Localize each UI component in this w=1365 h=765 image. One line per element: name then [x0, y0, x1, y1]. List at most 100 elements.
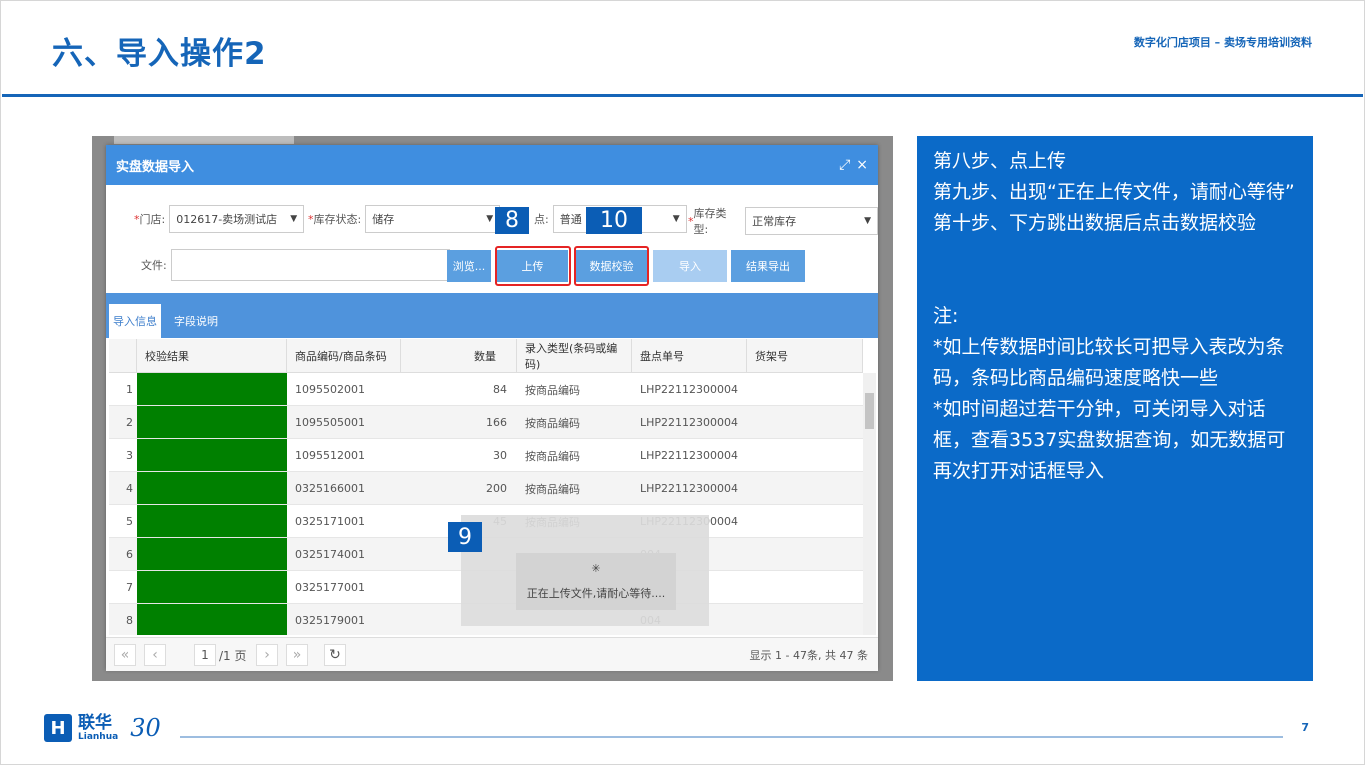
- col-entry-type[interactable]: 录入类型(条码或编码): [517, 339, 632, 372]
- dialog-title: 实盘数据导入: [116, 159, 195, 175]
- slide-title: 六、导入操作2: [52, 36, 267, 72]
- import-button[interactable]: 导入: [653, 250, 727, 282]
- product-code: 0325171001: [295, 515, 365, 528]
- order-number: LHP22112300004: [640, 416, 739, 429]
- loading-text: 正在上传文件,请耐心等待....: [526, 587, 666, 600]
- note-line: [933, 239, 1297, 301]
- stock-type-select[interactable]: 正常库存 ▼: [745, 207, 878, 235]
- last-page-button[interactable]: »: [286, 644, 308, 666]
- note-line: 注:: [933, 305, 959, 327]
- prev-page-button[interactable]: ‹: [144, 644, 166, 666]
- logo-en: Lianhua: [78, 732, 119, 742]
- count-label: 点:: [534, 213, 549, 226]
- entry-type: 按商品编码: [525, 383, 580, 397]
- validation-result-cell: [137, 406, 287, 438]
- loading-box: ✳ 正在上传文件,请耐心等待....: [516, 553, 676, 610]
- page-input[interactable]: 1: [194, 644, 216, 666]
- product-code: 1095505001: [295, 416, 365, 429]
- stock-status-label: 库存状态:: [313, 213, 362, 226]
- validation-result-cell: [137, 538, 287, 570]
- quantity: 30: [493, 449, 507, 462]
- row-number: 8: [126, 614, 133, 627]
- export-results-button[interactable]: 结果导出: [731, 250, 805, 282]
- table-row[interactable]: 4 0325166001 200 按商品编码 LHP22112300004: [109, 472, 863, 505]
- note-line: *如上传数据时间比较长可把导入表改为条码，条码比商品编码速度略快一些: [933, 336, 1285, 389]
- note-line: 第九步、出现“正在上传文件，请耐心等待”: [933, 181, 1295, 203]
- row-number: 1: [126, 383, 133, 396]
- row-number: 6: [126, 548, 133, 561]
- background-tabs: [114, 136, 294, 144]
- col-validation[interactable]: 校验结果: [137, 339, 287, 372]
- footer-divider: [180, 736, 1283, 738]
- browse-button[interactable]: 浏览...: [447, 250, 491, 282]
- page-number: 7: [1301, 721, 1309, 734]
- lianhua-logo: H 联华 Lianhua 30: [44, 714, 161, 742]
- product-code: 0325179001: [295, 614, 365, 627]
- col-order-no[interactable]: 盘点单号: [632, 339, 747, 372]
- dialog-header: 实盘数据导入 ⤢ ×: [106, 145, 878, 185]
- validation-result-cell: [137, 472, 287, 504]
- tab-import-info[interactable]: 导入信息: [109, 304, 161, 338]
- table-row[interactable]: 3 1095512001 30 按商品编码 LHP22112300004: [109, 439, 863, 472]
- pager-summary: 显示 1 - 47条, 共 47 条: [749, 649, 868, 662]
- row-number: 2: [126, 416, 133, 429]
- step-badge-9: 9: [448, 522, 482, 552]
- chevron-down-icon: ▼: [486, 214, 494, 224]
- tab-field-description[interactable]: 字段说明: [166, 304, 226, 338]
- screenshot-panel: 实盘数据导入 ⤢ × * 门店: 012617-卖场测试店 ▼ * 库存状态: 储存 ▼…: [92, 136, 893, 681]
- chevron-down-icon: ▼: [290, 214, 298, 224]
- col-shelf[interactable]: 货架号: [747, 339, 863, 372]
- grid-header: 校验结果 商品编码/商品条码 数量 录入类型(条码或编码) 盘点单号 货架号: [109, 339, 863, 373]
- quantity: 200: [486, 482, 507, 495]
- close-icon[interactable]: ×: [856, 157, 868, 173]
- maximize-icon[interactable]: ⤢: [839, 157, 850, 173]
- loading-overlay: ✳ 正在上传文件,请耐心等待....: [461, 515, 709, 626]
- instructions-panel: 第八步、点上传 第九步、出现“正在上传文件，请耐心等待” 第十步、下方跳出数据后点击…: [917, 136, 1313, 681]
- refresh-icon[interactable]: ↻: [324, 644, 346, 666]
- logo-cn: 联华: [78, 713, 112, 733]
- spinner-icon: ✳: [591, 562, 601, 575]
- store-select[interactable]: 012617-卖场测试店 ▼: [169, 205, 305, 233]
- order-number: LHP22112300004: [640, 449, 739, 462]
- chevron-down-icon: ▼: [672, 214, 680, 224]
- entry-type: 按商品编码: [525, 482, 580, 496]
- order-number: LHP22112300004: [640, 482, 739, 495]
- file-input[interactable]: [170, 249, 450, 281]
- order-number: LHP22112300004: [640, 383, 739, 396]
- row-number: 7: [126, 581, 133, 594]
- stock-status-row: * 库存状态: 储存 ▼: [308, 205, 501, 233]
- col-code[interactable]: 商品编码/商品条码: [287, 339, 401, 372]
- store-label: 门店:: [139, 213, 166, 226]
- table-row[interactable]: 2 1095505001 166 按商品编码 LHP22112300004: [109, 406, 863, 439]
- grid-scrollbar[interactable]: [863, 373, 876, 635]
- step-badge-8: 8: [495, 207, 529, 234]
- total-pages: /1 页: [219, 649, 247, 663]
- first-page-button[interactable]: «: [114, 644, 136, 666]
- import-dialog: 实盘数据导入 ⤢ × * 门店: 012617-卖场测试店 ▼ * 库存状态: 储存 ▼…: [106, 145, 878, 671]
- validate-highlight: [574, 246, 649, 286]
- note-line: *如时间超过若干分钟，可关闭导入对话框，查看3537实盘数据查询，如无数据可再次…: [933, 398, 1286, 482]
- product-code: 0325166001: [295, 482, 365, 495]
- col-qty[interactable]: 数量: [401, 339, 517, 372]
- slide-subtitle: 数字化门店项目 – 卖场专用培训资料: [1133, 36, 1312, 49]
- product-code: 0325174001: [295, 548, 365, 561]
- file-label: 文件:: [141, 259, 167, 272]
- row-number: 4: [126, 482, 133, 495]
- table-row[interactable]: 1 1095502001 84 按商品编码 LHP22112300004: [109, 373, 863, 406]
- title-divider: [2, 94, 1363, 97]
- stock-status-select[interactable]: 储存 ▼: [365, 205, 501, 233]
- next-page-button[interactable]: ›: [256, 644, 278, 666]
- step-badge-10: 10: [586, 207, 642, 234]
- upload-highlight: [495, 246, 571, 286]
- product-code: 1095502001: [295, 383, 365, 396]
- entry-type: 按商品编码: [525, 449, 580, 463]
- row-number: 5: [126, 515, 133, 528]
- validation-result-cell: [137, 604, 287, 635]
- product-code: 1095512001: [295, 449, 365, 462]
- note-line: 第十步、下方跳出数据后点击数据校验: [933, 212, 1257, 234]
- scrollbar-thumb[interactable]: [865, 393, 874, 429]
- anniversary-badge: 30: [130, 714, 161, 742]
- row-number: 3: [126, 449, 133, 462]
- store-field-row: * 门店: 012617-卖场测试店 ▼: [134, 205, 305, 233]
- quantity: 84: [493, 383, 507, 396]
